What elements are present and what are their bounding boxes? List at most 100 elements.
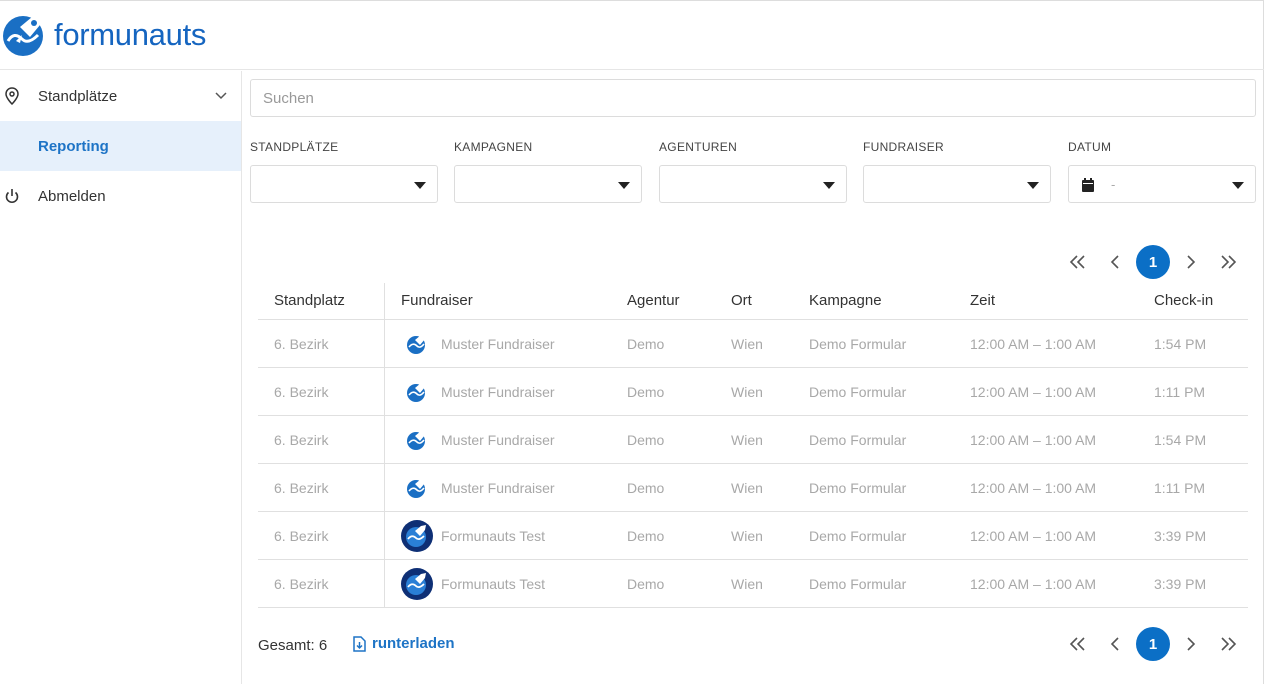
fundraiser-avatar-icon (401, 472, 433, 504)
standplaetze-select[interactable] (250, 165, 438, 203)
table-row[interactable]: 6. Bezirk Muster Fundraiser Demo Wien Demo F… (258, 320, 1248, 368)
cell-standplatz: 6. Bezirk (274, 336, 329, 352)
double-chevron-left-icon (1069, 255, 1085, 269)
rocket-globe-logo-icon (3, 15, 43, 56)
cell-standplatz: 6. Bezirk (274, 576, 329, 592)
cell-zeit: 12:00 AM – 1:00 AM (970, 528, 1097, 544)
filter-label: AGENTUREN (659, 140, 738, 154)
caret-down-icon (618, 182, 630, 189)
sidebar-item-standplaetze[interactable]: Standplätze (0, 71, 241, 121)
filter-label: STANDPLÄTZE (250, 140, 339, 154)
cell-zeit: 12:00 AM – 1:00 AM (970, 432, 1097, 448)
download-link[interactable]: runterladen (353, 635, 455, 652)
cell-agentur: Demo (627, 528, 665, 544)
sidebar: Standplätze Reporting Abmelden (0, 71, 242, 684)
cell-zeit: 12:00 AM – 1:00 AM (970, 384, 1097, 400)
table-row[interactable]: 6. Bezirk Muster Fundraiser Demo Wien Demo F… (258, 368, 1248, 416)
calendar-icon (1082, 178, 1094, 192)
prev-page-button[interactable] (1096, 627, 1134, 661)
caret-down-icon (414, 182, 426, 189)
next-page-button[interactable] (1172, 245, 1210, 279)
chevron-down-icon[interactable] (214, 89, 228, 103)
cell-zeit: 12:00 AM – 1:00 AM (970, 336, 1097, 352)
agenturen-select[interactable] (659, 165, 847, 203)
column-header[interactable]: Fundraiser (401, 292, 473, 309)
date-range-value: - (1111, 177, 1116, 192)
power-icon (5, 189, 19, 204)
fundraiser-avatar-icon (401, 568, 433, 600)
page-number-button[interactable]: 1 (1136, 245, 1170, 279)
filter-standplaetze: STANDPLÄTZE (250, 139, 438, 203)
filter-label: KAMPAGNEN (454, 140, 533, 154)
filter-agenturen: AGENTUREN (659, 139, 847, 203)
column-header[interactable]: Kampagne (809, 292, 882, 309)
cell-checkin: 3:39 PM (1154, 576, 1207, 592)
filter-kampagnen: KAMPAGNEN (454, 139, 642, 203)
last-page-button[interactable] (1210, 627, 1248, 661)
table-row[interactable]: 6. Bezirk Formunauts Test Demo Wien Demo For… (258, 560, 1248, 608)
cell-ort: Wien (731, 384, 763, 400)
fundraiser-avatar-icon (401, 328, 433, 360)
chevron-left-icon (1110, 255, 1119, 269)
chevron-right-icon (1187, 637, 1196, 651)
brand-name: formunauts (54, 17, 207, 52)
first-page-button[interactable] (1058, 627, 1096, 661)
table-header: Standplatz Fundraiser Agentur Ort Kampag… (258, 283, 1248, 320)
table-row[interactable]: 6. Bezirk Formunauts Test Demo Wien Demo For… (258, 512, 1248, 560)
column-header[interactable]: Agentur (627, 292, 680, 309)
sidebar-item-abmelden[interactable]: Abmelden (0, 171, 241, 221)
sidebar-item-label: Reporting (38, 137, 109, 155)
cell-kampagne: Demo Formular (809, 384, 907, 400)
double-chevron-left-icon (1069, 637, 1085, 651)
cell-fundraiser: Muster Fundraiser (441, 480, 555, 496)
column-header[interactable]: Standplatz (274, 292, 345, 309)
kampagnen-select[interactable] (454, 165, 642, 203)
column-header[interactable]: Ort (731, 292, 752, 309)
brand-logo[interactable]: formunauts (2, 13, 206, 57)
cell-agentur: Demo (627, 336, 665, 352)
cell-zeit: 12:00 AM – 1:00 AM (970, 576, 1097, 592)
pagination-bottom: 1 (1058, 627, 1248, 661)
cell-ort: Wien (731, 432, 763, 448)
cell-standplatz: 6. Bezirk (274, 384, 329, 400)
fundraiser-avatar-icon (401, 376, 433, 408)
table-row[interactable]: 6. Bezirk Muster Fundraiser Demo Wien Demo F… (258, 464, 1248, 512)
double-chevron-right-icon (1221, 255, 1237, 269)
cell-fundraiser: Muster Fundraiser (441, 432, 555, 448)
cell-kampagne: Demo Formular (809, 528, 907, 544)
caret-down-icon (1027, 182, 1039, 189)
datum-select[interactable]: - (1068, 165, 1256, 203)
fundraiser-avatar-icon (401, 520, 433, 552)
header: formunauts (0, 1, 1264, 70)
next-page-button[interactable] (1172, 627, 1210, 661)
cell-fundraiser: Formunauts Test (441, 528, 546, 544)
first-page-button[interactable] (1058, 245, 1096, 279)
search-input[interactable] (250, 79, 1256, 117)
cell-kampagne: Demo Formular (809, 336, 907, 352)
download-label: runterladen (372, 635, 455, 652)
file-download-icon (353, 635, 366, 652)
cell-agentur: Demo (627, 384, 665, 400)
cell-standplatz: 6. Bezirk (274, 432, 329, 448)
column-header[interactable]: Zeit (970, 292, 995, 309)
cell-checkin: 3:39 PM (1154, 528, 1207, 544)
sidebar-item-reporting[interactable]: Reporting (0, 121, 241, 171)
caret-down-icon (823, 182, 835, 189)
column-header[interactable]: Check-in (1154, 292, 1213, 309)
pagination-top: 1 (1058, 245, 1248, 279)
filter-datum: DATUM - (1068, 139, 1256, 203)
page-number-button[interactable]: 1 (1136, 627, 1170, 661)
cell-kampagne: Demo Formular (809, 432, 907, 448)
cell-checkin: 1:54 PM (1154, 432, 1207, 448)
cell-agentur: Demo (627, 480, 665, 496)
table-row[interactable]: 6. Bezirk Muster Fundraiser Demo Wien Demo F… (258, 416, 1248, 464)
filter-label: FUNDRAISER (863, 140, 945, 154)
cell-ort: Wien (731, 576, 763, 592)
cell-ort: Wien (731, 336, 763, 352)
cell-agentur: Demo (627, 432, 665, 448)
fundraiser-select[interactable] (863, 165, 1051, 203)
prev-page-button[interactable] (1096, 245, 1134, 279)
last-page-button[interactable] (1210, 245, 1248, 279)
sidebar-item-label: Abmelden (38, 187, 106, 205)
cell-fundraiser: Muster Fundraiser (441, 384, 555, 400)
